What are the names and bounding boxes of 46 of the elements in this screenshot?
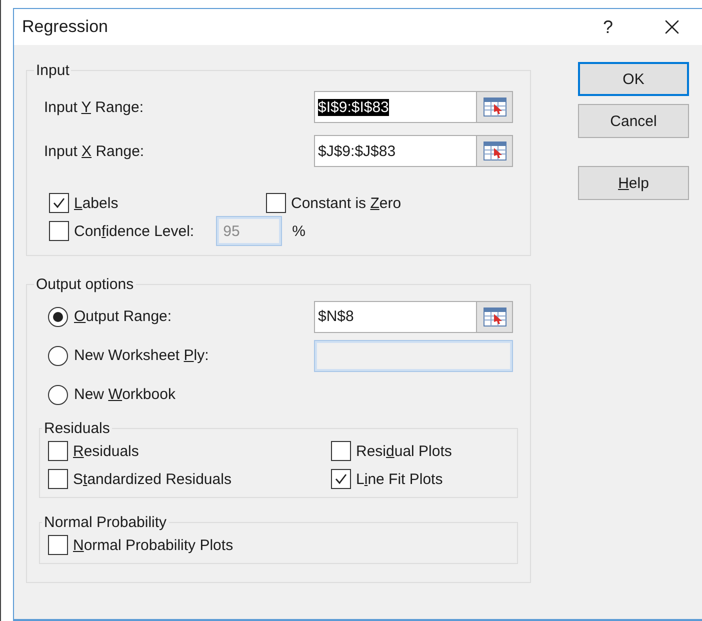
group-label: Output options (35, 276, 135, 293)
range-field[interactable]: $I$9:$I$83 (314, 91, 513, 123)
radio-button[interactable] (48, 306, 68, 326)
range-value: $I$9:$I$83 (318, 98, 389, 116)
checkbox[interactable] (48, 535, 68, 555)
radio-label[interactable]: New Workbook (74, 386, 176, 403)
percent-label: % (292, 222, 306, 240)
range-field[interactable]: $J$9:$J$83 (314, 135, 513, 167)
checkbox[interactable] (48, 469, 68, 489)
radio-label[interactable]: New Worksheet Ply: (74, 347, 209, 364)
checkbox-label[interactable]: Constant is Zero (291, 194, 402, 212)
checkbox[interactable] (49, 193, 69, 213)
range-picker-button[interactable] (476, 92, 512, 122)
checkbox[interactable] (331, 441, 351, 461)
check-mark-icon (52, 196, 66, 210)
window-title: Regression (22, 17, 109, 37)
check-mark-icon (334, 472, 348, 486)
group-label: Residuals (43, 420, 111, 437)
radio-label[interactable]: Output Range: (74, 308, 172, 325)
range-value: $J$9:$J$83 (318, 142, 396, 160)
field-label: Input X Range: (44, 142, 146, 160)
range-value: $N$8 (318, 308, 354, 325)
checkbox[interactable] (331, 469, 351, 489)
checkbox-label[interactable]: Normal Probability Plots (73, 536, 234, 554)
range-picker-icon (482, 306, 506, 326)
checkbox-label[interactable]: Standardized Residuals (73, 470, 232, 488)
group-label: Input (35, 62, 70, 79)
range-picker-icon (482, 97, 506, 117)
range-picker-icon (482, 141, 506, 161)
checkbox[interactable] (48, 441, 68, 461)
checkbox-label[interactable]: Line Fit Plots (356, 470, 443, 488)
checkbox[interactable] (266, 193, 286, 213)
help-button[interactable]: ? (588, 16, 628, 38)
dialog-button[interactable]: OK (578, 62, 689, 96)
range-field[interactable]: $N$8 (314, 300, 513, 332)
dialog-button[interactable]: Help (578, 166, 689, 200)
radio-button[interactable] (48, 384, 68, 404)
checkbox-label[interactable]: Labels (74, 194, 118, 212)
group-label: Normal Probability (43, 514, 168, 531)
dialog-button[interactable]: Cancel (578, 104, 689, 138)
checkbox-label[interactable]: Residuals (73, 442, 139, 460)
radio-button[interactable] (48, 346, 68, 366)
checkbox-label[interactable]: Residual Plots (356, 442, 452, 460)
field-label: Input Y Range: (44, 98, 145, 116)
range-picker-button[interactable] (476, 136, 512, 166)
range-picker-button[interactable] (476, 302, 512, 332)
